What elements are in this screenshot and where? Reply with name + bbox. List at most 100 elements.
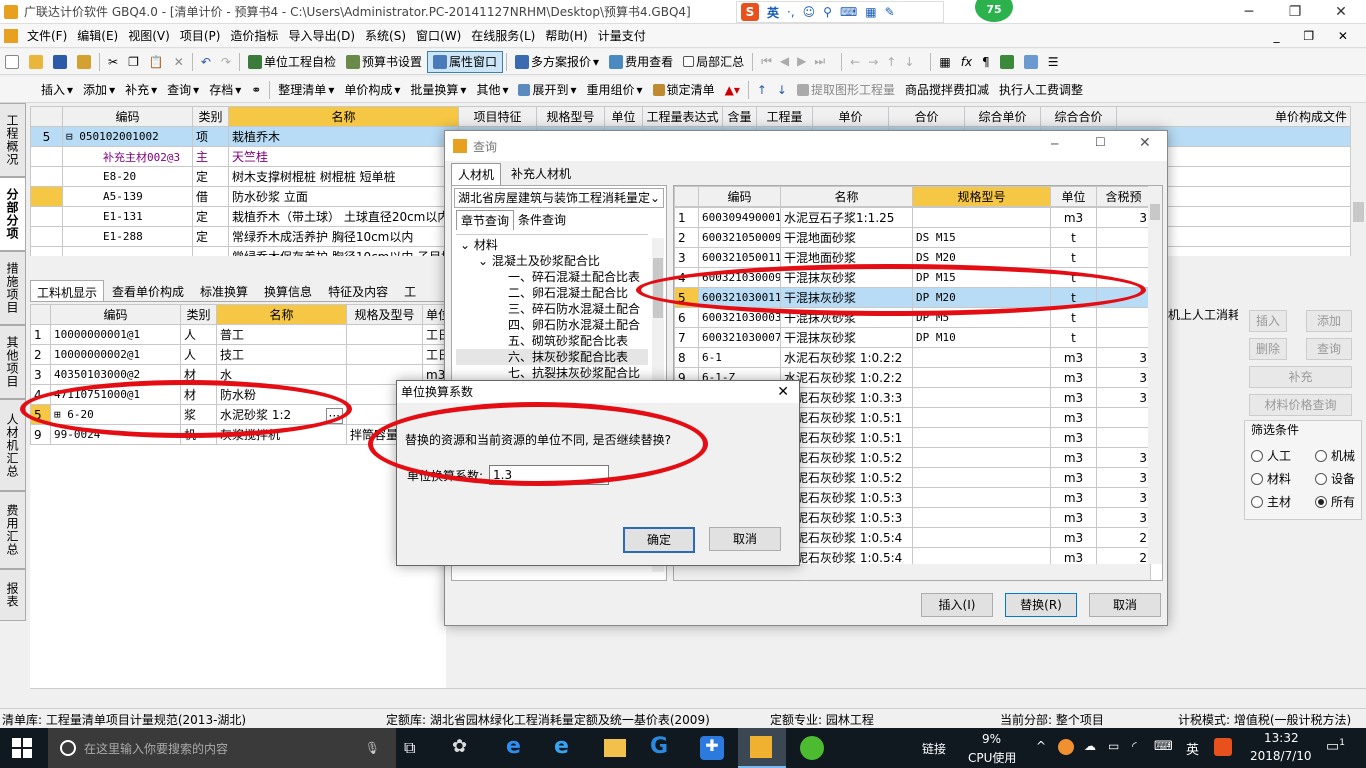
tab-standard-convert[interactable]: 标准换算 — [192, 280, 256, 301]
menu-online[interactable]: 在线服务(L) — [466, 27, 540, 44]
tab-overview[interactable]: 工程概况 — [0, 103, 26, 177]
paste-icon[interactable]: 📋 — [144, 55, 169, 69]
tree-node[interactable]: 七、抗裂抹灰砂浆配合比 — [456, 365, 648, 381]
folder-icon[interactable] — [604, 739, 626, 757]
mix-deduct-button[interactable]: 商品搅拌费扣减 — [900, 81, 994, 98]
filter-all[interactable]: 所有 — [1315, 493, 1355, 510]
tray-chevron-icon[interactable]: ^ — [1036, 739, 1046, 753]
wifi-icon[interactable]: ◜ — [1132, 739, 1137, 753]
folder-icon[interactable] — [72, 54, 96, 69]
col-content[interactable]: 含量 — [722, 106, 757, 127]
windows-start-icon[interactable] — [12, 738, 32, 758]
result-vscroll[interactable] — [1148, 186, 1162, 564]
menu-view[interactable]: 视图(V) — [123, 27, 175, 44]
open-icon[interactable] — [24, 54, 48, 69]
clock-time[interactable]: 13:32 — [1264, 731, 1299, 745]
query-row[interactable]: 2 600321050009 干混地面砂浆 DS M15 t — [674, 227, 1151, 248]
table-row[interactable]: 4 47110751000@1 材防水粉 — [30, 384, 446, 405]
col-unit[interactable]: 单位 — [604, 106, 643, 127]
fx-icon[interactable]: fx — [956, 55, 977, 69]
tab-material-display[interactable]: 工料机显示 — [30, 280, 105, 301]
undo-icon[interactable]: ↶ — [196, 55, 216, 69]
filter-main-material[interactable]: 主材 — [1251, 493, 1291, 510]
mdi-controls[interactable]: _ ❐ ✕ — [1274, 29, 1358, 43]
query-row[interactable]: 4 600321030009 干混抹灰砂浆 DP M15 t — [674, 267, 1151, 288]
table-row[interactable]: 110000000001@1人普工工日 — [30, 324, 446, 345]
app-swirl-icon[interactable]: ✿ — [452, 736, 467, 757]
col-price[interactable]: 单价 — [812, 106, 889, 127]
add-button[interactable]: 添加 ▾ — [78, 81, 120, 98]
tab-more[interactable]: 工 — [396, 280, 424, 301]
query-row[interactable]: 1 600309490001 水泥豆石子浆1:1.25 m3 3 — [674, 207, 1151, 228]
tree-node[interactable]: ⌄ 材料 — [456, 237, 648, 253]
menu-project[interactable]: 项目(P) — [175, 27, 226, 44]
confirm-ok-button[interactable]: 确定 — [623, 527, 695, 553]
menu-payment[interactable]: 计量支付 — [593, 27, 651, 44]
tab-supplement-material[interactable]: 补充人材机 — [501, 163, 581, 185]
color-fill-icon[interactable]: ▲▾ — [720, 83, 745, 97]
col-qty[interactable]: 工程量 — [756, 106, 813, 127]
attr-window-button[interactable]: 属性窗口 — [427, 50, 504, 73]
col-composition[interactable]: 单价构成文件 — [1116, 106, 1350, 127]
tray-app-icon[interactable] — [1058, 739, 1074, 755]
save-icon[interactable] — [48, 54, 72, 69]
query-minimize[interactable]: ─ — [1051, 137, 1058, 151]
query-maximize[interactable]: ☐ — [1095, 135, 1106, 149]
tray-ime[interactable]: 英 — [1186, 739, 1199, 758]
side-delete-button[interactable]: 删除 — [1249, 338, 1287, 360]
batch-convert-button[interactable]: 批量换算 ▾ — [405, 81, 471, 98]
tree-node[interactable]: 五、砌筑砂浆配合比表 — [456, 333, 648, 349]
partial-summary-checkbox[interactable]: 局部汇总 — [678, 53, 749, 70]
taskbar-search[interactable]: 在这里输入你要搜索的内容 🎙 — [48, 728, 396, 768]
tab-condition-query[interactable]: 条件查询 — [514, 210, 570, 230]
tray-link[interactable]: 链接 — [922, 740, 946, 757]
other-button[interactable]: 其他 ▾ — [471, 81, 513, 98]
self-check-button[interactable]: 单位工程自检 — [243, 53, 341, 70]
tray-misc-icon[interactable]: ☁ — [1084, 739, 1096, 753]
query-button[interactable]: 查询 ▾ — [162, 81, 204, 98]
ime-mode[interactable]: 英 — [767, 4, 779, 21]
table-row[interactable]: 5 ⊞ 6-20 浆水泥砂浆 1:2 ··· — [30, 404, 446, 425]
bottom-hscroll[interactable] — [30, 688, 1366, 706]
battery-icon[interactable]: ▭ — [1108, 739, 1119, 753]
replace-button[interactable]: 替换(R) — [1005, 593, 1077, 617]
side-insert-button[interactable]: 插入 — [1249, 310, 1287, 332]
delete-icon[interactable]: ✕ — [169, 55, 189, 69]
clock-date[interactable]: 2018/7/10 — [1250, 749, 1312, 763]
tab-fee-summary[interactable]: 费用汇总 — [0, 491, 26, 569]
col-expr[interactable]: 工程量表达式 — [642, 106, 723, 127]
expand-to-button[interactable]: 展开到 ▾ — [513, 81, 581, 98]
tree-node[interactable]: ⌄ 混凝土及砂浆配合比 — [456, 253, 648, 269]
coef-input[interactable]: 1.3 — [489, 465, 609, 485]
menu-cost-index[interactable]: 造价指标 — [225, 27, 283, 44]
new-icon[interactable] — [0, 54, 24, 69]
close-button[interactable]: ✕ — [1318, 0, 1364, 24]
lock-list-button[interactable]: 锁定清单 — [648, 81, 720, 98]
col-combined-total[interactable]: 综合合价 — [1040, 106, 1117, 127]
organize-list-button[interactable]: 整理清单 ▾ — [273, 81, 339, 98]
gbq-app-icon[interactable] — [738, 728, 786, 768]
labor-adjust-button[interactable]: 执行人工费调整 — [994, 81, 1088, 98]
tree-node[interactable]: 一、碎石混凝土配合比表 — [456, 269, 648, 285]
side-supplement-button[interactable]: 补充 — [1249, 366, 1352, 388]
calc-icon[interactable]: ▦ — [934, 55, 955, 69]
pilcrow-icon[interactable]: ¶ — [977, 55, 995, 69]
restore-button[interactable]: ❐ — [1272, 0, 1318, 24]
side-price-query-button[interactable]: 材料价格查询 — [1249, 394, 1352, 416]
nav-arrows[interactable]: ⏮◀▶⏭ — [756, 54, 838, 69]
up-icon[interactable]: ↑ — [752, 83, 772, 97]
tree-node[interactable]: 四、卵石防水混凝土配合 — [456, 317, 648, 333]
fee-view-button[interactable]: 费用查看 — [604, 53, 678, 70]
col-feature[interactable]: 项目特征 — [458, 106, 537, 127]
expand-icon[interactable]: ⊞ — [54, 408, 67, 421]
notification-icon[interactable]: ▭1 — [1326, 738, 1345, 755]
query-row[interactable]: 6 600321030003 干混抹灰砂浆 DP M5 t — [674, 307, 1151, 328]
main-vscroll[interactable] — [1350, 106, 1366, 256]
supplement-button[interactable]: 补充 ▾ — [120, 81, 162, 98]
redo-icon[interactable]: ↷ — [216, 55, 236, 69]
tree-node-selected[interactable]: 六、抹灰砂浆配合比表 — [456, 349, 648, 365]
layers-icon[interactable] — [1019, 54, 1043, 69]
box-icon[interactable] — [995, 54, 1019, 69]
confirm-close-icon[interactable]: ✕ — [777, 381, 789, 403]
table-row[interactable]: 210000000002@1人技工工日 — [30, 344, 446, 365]
